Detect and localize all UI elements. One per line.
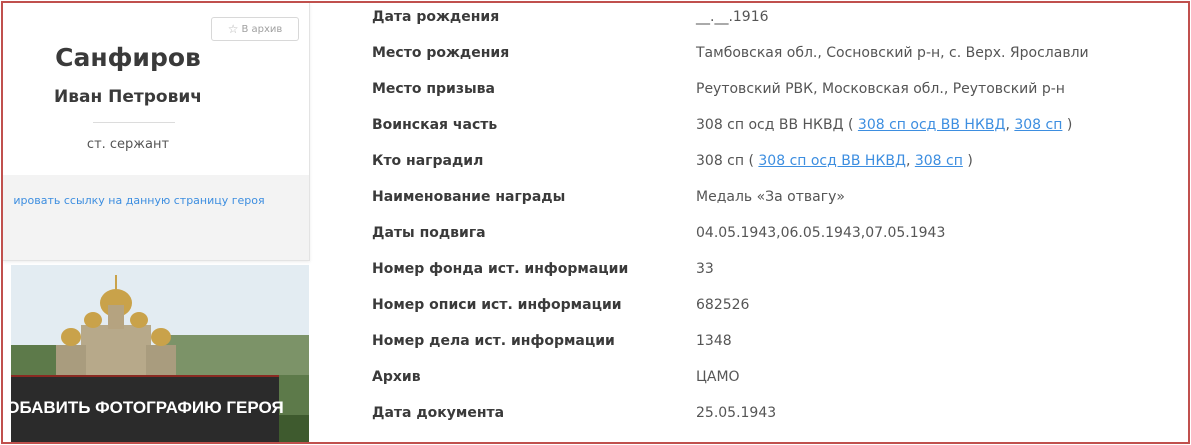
info-label: Кто наградил xyxy=(372,153,484,169)
value-suffix: ) xyxy=(962,153,973,169)
info-label: Даты подвига xyxy=(372,225,486,241)
hero-rank: ст. сержант xyxy=(86,137,170,152)
info-label: Номер описи ист. информации xyxy=(372,297,622,313)
info-value: Медаль «За отвагу» xyxy=(696,189,845,205)
info-label: Номер дела ист. информации xyxy=(372,333,615,349)
unit-link-short[interactable]: 308 сп xyxy=(1014,117,1062,133)
awarder-link-short[interactable]: 308 сп xyxy=(915,153,963,169)
info-row-conscription-place: Место призыва Реутовский РВК, Московская… xyxy=(372,81,1172,111)
value-prefix: 308 сп ( xyxy=(696,153,759,169)
archive-button[interactable]: ☆ В архив xyxy=(211,17,299,41)
info-value: 1348 xyxy=(696,333,732,349)
info-row-inventory-number: Номер описи ист. информации 682526 xyxy=(372,297,1172,327)
info-label: Воинская часть xyxy=(372,117,498,133)
info-row-military-unit: Воинская часть 308 сп осд ВВ НКВД ( 308 … xyxy=(372,117,1172,147)
info-row-file-number: Номер дела ист. информации 1348 xyxy=(372,333,1172,363)
info-value: 04.05.1943,06.05.1943,07.05.1943 xyxy=(696,225,946,241)
add-photo-label: ОБАВИТЬ ФОТОГРАФИЮ ГЕРОЯ xyxy=(6,398,284,417)
screenshot-frame: ☆ В архив Санфиров Иван Петрович ст. сер… xyxy=(1,1,1190,444)
unit-link-full[interactable]: 308 сп осд ВВ НКВД xyxy=(858,117,1006,133)
info-row-awarded-by: Кто наградил 308 сп ( 308 сп осд ВВ НКВД… xyxy=(372,153,1172,183)
star-icon: ☆ xyxy=(227,22,239,36)
copy-link-box xyxy=(3,175,309,260)
info-label: Дата документа xyxy=(372,405,505,421)
info-label: Дата рождения xyxy=(372,9,500,25)
info-row-birth-date: Дата рождения __.__.1916 xyxy=(372,9,1172,39)
info-value: 308 сп ( 308 сп осд ВВ НКВД, 308 сп ) xyxy=(696,153,973,169)
hero-given-names: Иван Петрович xyxy=(54,87,202,107)
info-value: Реутовский РВК, Московская обл., Реутовс… xyxy=(696,81,1065,97)
info-row-document-date: Дата документа 25.05.1943 xyxy=(372,405,1172,435)
info-row-award-name: Наименование награды Медаль «За отвагу» xyxy=(372,189,1172,219)
info-label: Архив xyxy=(372,369,421,385)
value-prefix: 308 сп осд ВВ НКВД ( xyxy=(696,117,858,133)
hero-surname: Санфиров xyxy=(55,43,201,72)
archive-button-label: В архив xyxy=(241,23,283,35)
awarder-link-full[interactable]: 308 сп осд ВВ НКВД xyxy=(758,153,906,169)
info-value: __.__.1916 xyxy=(696,9,769,25)
info-value: ЦАМО xyxy=(696,369,740,385)
info-row-feat-dates: Даты подвига 04.05.1943,06.05.1943,07.05… xyxy=(372,225,1172,255)
info-label: Место рождения xyxy=(372,45,510,61)
copy-page-link[interactable]: ировать ссылку на данную страницу героя xyxy=(3,191,289,211)
name-divider xyxy=(93,122,175,123)
info-value: 33 xyxy=(696,261,714,277)
info-value: 682526 xyxy=(696,297,750,313)
info-label: Номер фонда ист. информации xyxy=(372,261,629,277)
info-label: Место призыва xyxy=(372,81,495,97)
info-row-fund-number: Номер фонда ист. информации 33 xyxy=(372,261,1172,291)
info-row-birth-place: Место рождения Тамбовская обл., Сосновск… xyxy=(372,45,1172,75)
info-row-archive: Архив ЦАМО xyxy=(372,369,1172,399)
info-value: Тамбовская обл., Сосновский р-н, с. Верх… xyxy=(696,45,1089,61)
value-separator: , xyxy=(905,153,915,169)
value-suffix: ) xyxy=(1062,117,1073,133)
info-value: 308 сп осд ВВ НКВД ( 308 сп осд ВВ НКВД,… xyxy=(696,117,1072,133)
info-value: 25.05.1943 xyxy=(696,405,777,421)
info-label: Наименование награды xyxy=(372,189,566,205)
